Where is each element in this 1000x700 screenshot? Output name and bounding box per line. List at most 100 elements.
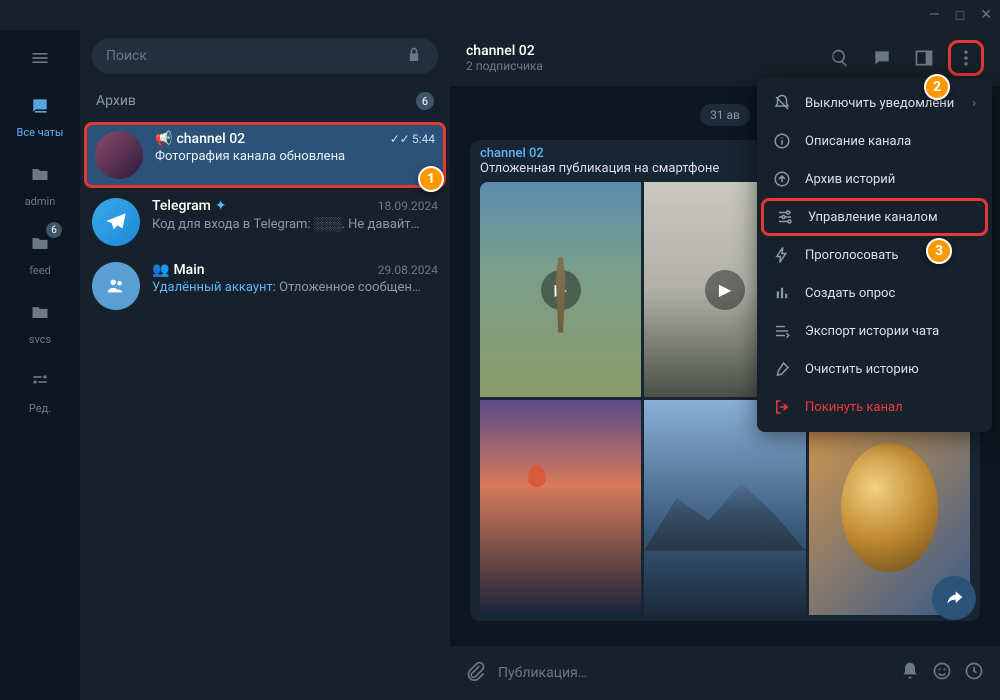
archive-icon <box>773 169 791 189</box>
dd-label: Покинуть канал <box>805 400 903 415</box>
search-input[interactable] <box>106 48 396 64</box>
chat-time: ✓✓ 5:44 <box>390 132 435 146</box>
annotation-3: 3 <box>926 238 952 264</box>
dd-label: Описание канала <box>805 134 911 149</box>
emoji-icon <box>932 661 952 681</box>
search-icon <box>830 48 850 68</box>
dd-leave[interactable]: Покинуть канал <box>757 388 992 426</box>
chat-preview: Фотография канала обновлена <box>155 149 435 164</box>
dd-info[interactable]: Описание канала <box>757 122 992 160</box>
paperclip-icon <box>466 661 486 681</box>
rail-svcs[interactable]: svcs <box>4 289 76 354</box>
dd-export[interactable]: Экспорт истории чата <box>757 312 992 350</box>
rail-admin[interactable]: admin <box>4 151 76 216</box>
dd-mute[interactable]: Выключить уведомлени › <box>757 84 992 122</box>
group-icon: 👥 <box>152 262 169 278</box>
chevron-right-icon: › <box>972 96 976 111</box>
bell-icon <box>900 661 920 681</box>
mute-icon <box>773 93 791 113</box>
chat-item-channel-02[interactable]: 📢 channel 02 ✓✓ 5:44 Фотография канала о… <box>84 122 446 188</box>
media-image-5[interactable] <box>644 400 805 615</box>
dd-poll[interactable]: Создать опрос <box>757 274 992 312</box>
maximize-button[interactable]: □ <box>956 7 964 24</box>
dd-boost[interactable]: Проголосовать <box>757 236 992 274</box>
archive-row[interactable]: Архив 6 <box>80 82 450 120</box>
clock-icon <box>964 661 984 681</box>
chat-header-info[interactable]: channel 02 2 подписчика <box>466 43 810 73</box>
dd-label: Проголосовать <box>805 248 899 263</box>
date-chip: 31 ав <box>700 104 750 126</box>
emoji-button[interactable] <box>932 661 952 685</box>
chat-name: 📢 channel 02 <box>155 131 245 147</box>
read-checks-icon: ✓✓ <box>390 132 410 146</box>
chat-preview: Код для входа в Telegram: ░░░. Не давайт… <box>152 216 438 232</box>
info-icon <box>773 131 791 151</box>
composer-input[interactable]: Публикация… <box>498 665 888 681</box>
brush-icon <box>773 359 791 379</box>
media-image-4[interactable] <box>480 400 641 615</box>
lock-icon <box>404 46 424 66</box>
forward-button[interactable] <box>932 576 976 620</box>
folder-rail: Все чаты admin 6 feed svcs Ред. <box>0 30 80 700</box>
close-button[interactable]: ✕ <box>980 7 992 23</box>
chat-item-telegram[interactable]: Telegram ✦ 18.09.2024 Код для входа в Te… <box>80 190 450 254</box>
chat-title: channel 02 <box>466 43 810 59</box>
dd-label: Управление каналом <box>808 210 938 225</box>
sidepanel-icon <box>914 48 934 68</box>
chat-sidebar: Архив 6 📢 channel 02 ✓✓ 5:44 Фотография … <box>80 30 450 700</box>
channel-options-dropdown: Выключить уведомлени › Описание канала А… <box>757 78 992 432</box>
chat-name: Telegram ✦ <box>152 198 227 214</box>
folder-icon <box>24 297 56 329</box>
dd-manage-channel[interactable]: Управление каналом <box>761 198 988 236</box>
rail-label: Все чаты <box>17 126 64 139</box>
comments-button[interactable] <box>864 40 900 76</box>
chat-subtitle: 2 подписчика <box>466 59 810 73</box>
archive-badge: 6 <box>416 92 434 110</box>
more-vertical-icon <box>956 48 976 68</box>
chat-list: 📢 channel 02 ✓✓ 5:44 Фотография канала о… <box>80 120 450 700</box>
dd-label: Экспорт истории чата <box>805 324 939 339</box>
notify-button[interactable] <box>900 661 920 685</box>
dd-archive[interactable]: Архив историй <box>757 160 992 198</box>
dd-clear[interactable]: Очистить историю <box>757 350 992 388</box>
annotation-1: 1 <box>418 166 444 192</box>
dd-label: Архив историй <box>805 172 895 187</box>
minimize-button[interactable]: — <box>929 7 940 23</box>
leave-icon <box>773 397 791 417</box>
search-button[interactable] <box>822 40 858 76</box>
sidepanel-button[interactable] <box>906 40 942 76</box>
rail-label: admin <box>25 195 56 208</box>
settings-icon <box>776 207 794 227</box>
megaphone-icon: 📢 <box>155 131 172 147</box>
dd-label: Создать опрос <box>805 286 895 301</box>
search-field[interactable] <box>92 38 438 74</box>
rail-feed[interactable]: 6 feed <box>4 220 76 285</box>
dd-label: Очистить историю <box>805 362 919 377</box>
schedule-button[interactable] <box>964 661 984 685</box>
comments-icon <box>872 48 892 68</box>
more-options-button[interactable] <box>948 40 984 76</box>
hamburger-menu-button[interactable] <box>20 38 60 78</box>
media-video-1[interactable]: ▶ <box>480 182 641 397</box>
menu-icon <box>30 48 50 68</box>
edit-icon <box>24 366 56 398</box>
rail-label: svcs <box>29 333 51 346</box>
rail-all-chats[interactable]: Все чаты <box>4 82 76 147</box>
chat-time: 29.08.2024 <box>378 263 438 277</box>
rail-edit[interactable]: Ред. <box>4 358 76 423</box>
chat-area: channel 02 2 подписчика 31 ав channel 02… <box>450 30 1000 700</box>
rail-label: Ред. <box>29 402 51 415</box>
folder-icon <box>24 159 56 191</box>
chat-preview: Удалённый аккаунт: Отложенное сообщен… <box>152 280 438 295</box>
chat-name: 👥 Main <box>152 262 205 278</box>
chat-item-main[interactable]: 👥 Main 29.08.2024 Удалённый аккаунт: Отл… <box>80 254 450 318</box>
bolt-icon <box>773 245 791 265</box>
composer: Публикация… <box>450 646 1000 700</box>
rail-label: feed <box>29 264 51 277</box>
export-icon <box>773 321 791 341</box>
avatar <box>92 198 140 246</box>
chats-icon <box>24 90 56 122</box>
attach-button[interactable] <box>466 661 486 685</box>
avatar <box>92 262 140 310</box>
window-titlebar: — □ ✕ <box>0 0 1000 30</box>
